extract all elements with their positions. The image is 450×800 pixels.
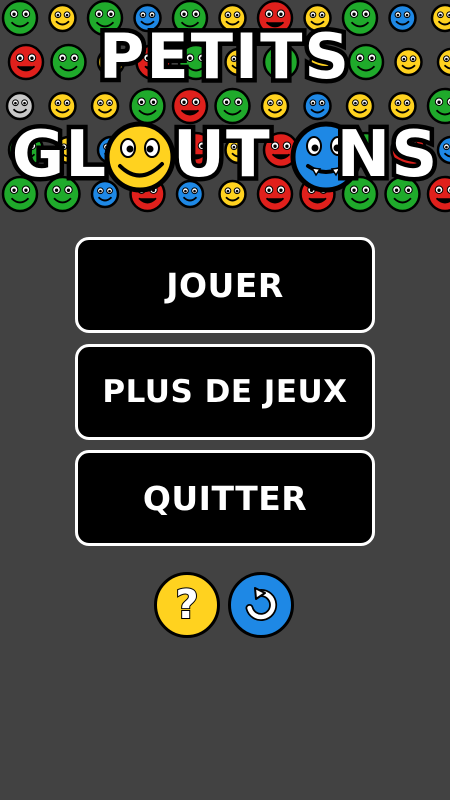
yellow-creature-icon <box>90 91 120 121</box>
refresh-icon <box>245 587 278 621</box>
yellow-creature-icon <box>345 91 375 121</box>
quit-button[interactable]: QUITTER <box>75 450 375 546</box>
yellow-creature-icon <box>48 91 77 121</box>
title-header: PETITS GL UT NS <box>0 0 450 222</box>
game-title-line-2: GL UT NS <box>0 114 450 197</box>
play-button[interactable]: JOUER <box>75 237 375 333</box>
question-mark-icon: ? <box>174 582 199 628</box>
yellow-creature-icon <box>260 91 290 121</box>
restore-button[interactable] <box>228 572 294 638</box>
game-title-line-1: PETITS <box>94 16 353 98</box>
yellow-creature-icon <box>388 91 417 121</box>
title-ns: NS <box>332 114 442 197</box>
title-gl: GL <box>7 114 110 197</box>
gray-creature-icon <box>5 91 35 121</box>
title-ut: UT <box>169 114 275 197</box>
more-games-button[interactable]: PLUS DE JEUX <box>75 344 375 440</box>
blue-creature-icon <box>303 91 332 121</box>
help-button[interactable]: ? <box>154 572 220 638</box>
